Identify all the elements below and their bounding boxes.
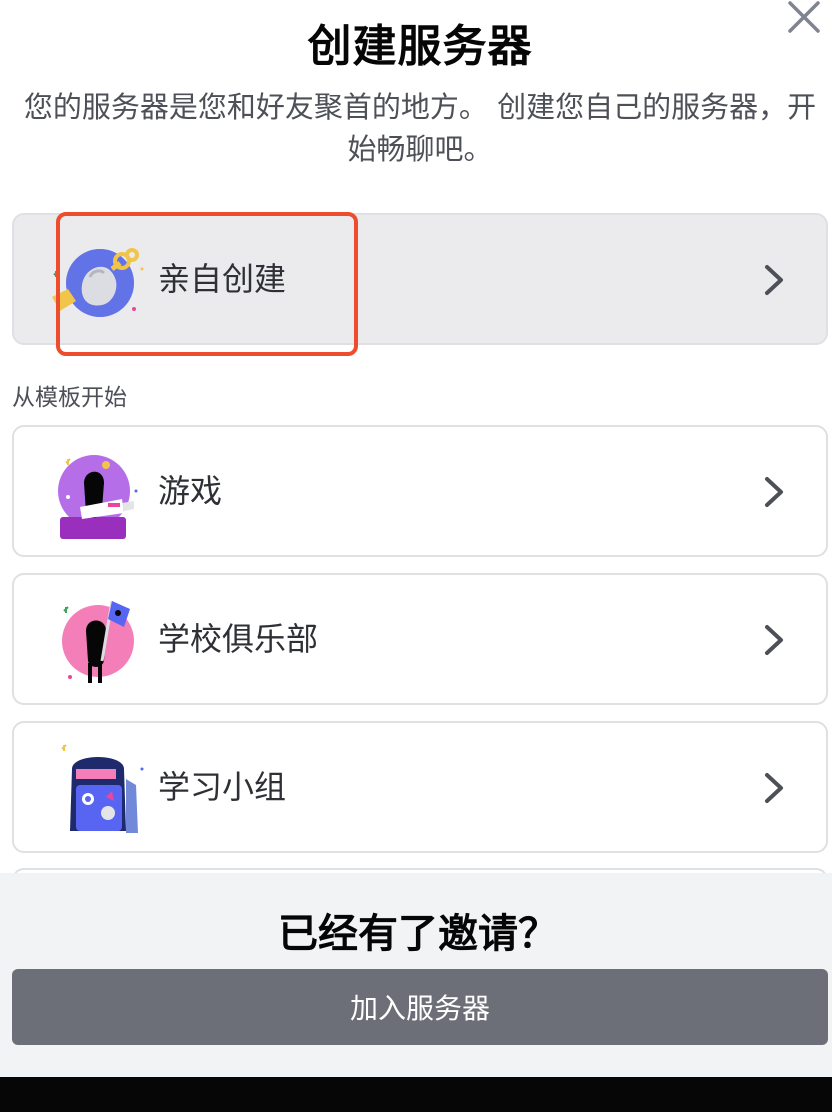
- template-study-group-label: 学习小组: [158, 768, 287, 806]
- chevron-right-icon: [765, 265, 783, 295]
- create-own-icon: [52, 248, 144, 317]
- bottom-bar: [0, 1077, 832, 1112]
- template-study-group-button[interactable]: 学习小组: [12, 721, 828, 853]
- dialog-footer: 已经有了邀请？ 加入服务器: [0, 873, 832, 1077]
- gaming-icon: [58, 455, 138, 539]
- template-gaming-label: 游戏: [158, 472, 223, 510]
- template-school-club-label: 学校俱乐部: [158, 620, 319, 658]
- template-school-club-button[interactable]: 学校俱乐部: [12, 573, 828, 705]
- templates-section-label: 从模板开始: [12, 385, 127, 411]
- join-server-button[interactable]: 加入服务器: [12, 969, 828, 1045]
- create-own-label: 亲自创建: [158, 260, 287, 298]
- chevron-right-icon: [765, 477, 783, 507]
- study-group-icon: [61, 744, 144, 833]
- school-club-icon: [62, 600, 138, 683]
- footer-title: 已经有了邀请？: [278, 911, 558, 957]
- chevron-right-icon: [765, 773, 783, 803]
- template-gaming-button[interactable]: 游戏: [12, 425, 828, 557]
- create-own-button[interactable]: 亲自创建: [12, 213, 828, 345]
- dialog-subtitle: 您的服务器是您和好友聚首的地方。 创建您自己的服务器，开始畅聊吧。: [23, 90, 817, 166]
- dialog-title: 创建服务器: [307, 21, 533, 72]
- chevron-right-icon: [765, 625, 783, 655]
